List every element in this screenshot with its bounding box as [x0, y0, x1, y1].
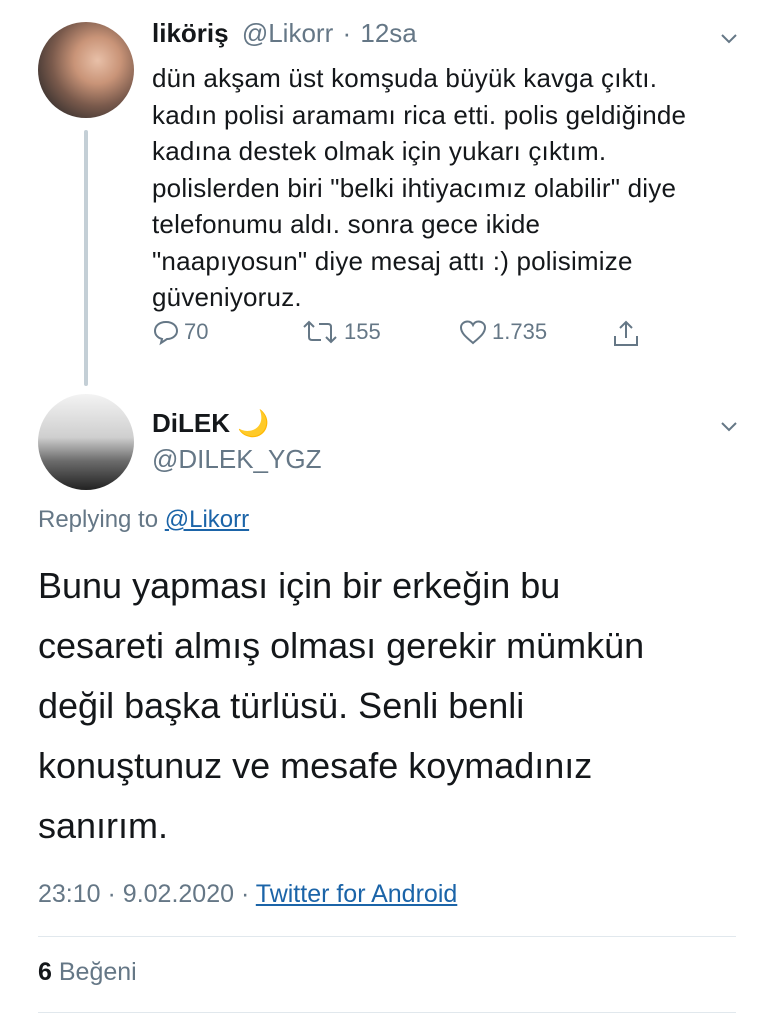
retweet-icon [303, 320, 337, 344]
divider [38, 1012, 736, 1013]
like-button[interactable]: 1.735 [458, 318, 547, 346]
separator-dot: · [240, 880, 256, 908]
text-line: değil başka türlüsü. Senli benli [38, 685, 525, 726]
tweet-actions: 70 155 1.735 [152, 318, 652, 358]
avatar-dilek[interactable] [38, 394, 134, 490]
text-line: telefonumu aldı. sonra gece ikide [152, 209, 541, 239]
reply-button[interactable]: 70 [152, 318, 208, 346]
share-button[interactable] [610, 318, 642, 350]
text-line: "naapıyosun" diye mesaj attı :) polisimi… [152, 245, 633, 276]
tweet-time: 23:10 [38, 880, 101, 908]
text-line: güveniyoruz. [152, 282, 302, 312]
replying-to: Replying to @Likorr [38, 506, 249, 534]
chevron-down-icon[interactable] [720, 418, 738, 436]
avatar-likoris[interactable] [38, 22, 134, 118]
reply-icon [153, 320, 179, 346]
tweet-time[interactable]: 12sa [360, 18, 416, 48]
handle[interactable]: @Likorr [242, 18, 333, 48]
reply-tweet-text: Bunu yapması için bir erkeğin bu cesaret… [38, 556, 738, 856]
retweet-count: 155 [344, 319, 381, 344]
text-line: Bunu yapması için bir erkeğin bu [38, 565, 561, 606]
replying-to-link[interactable]: @Likorr [165, 506, 249, 533]
share-icon [614, 320, 638, 346]
separator-dot: · [342, 18, 352, 48]
text-line: kadına destek olmak için yukarı çıktım. [152, 136, 607, 166]
moon-emoji: 🌙 [237, 408, 270, 438]
replying-label: Replying to [38, 506, 159, 533]
separator-dot: · [107, 880, 123, 908]
parent-tweet-text: dün akşam üst komşuda büyük kavga çıktı.… [152, 60, 742, 316]
handle[interactable]: @DILEK_YGZ [152, 444, 321, 475]
text-line: konuştunuz ve mesafe koymadınız [38, 745, 593, 786]
like-stats[interactable]: 6 Beğeni [38, 958, 137, 987]
text-line: sanırım. [38, 805, 169, 846]
divider [38, 936, 736, 937]
text-line: kadın polisi aramamı rica etti. polis ge… [152, 99, 687, 130]
parent-tweet-header: liköriş @Likorr · 12sa [152, 18, 417, 49]
like-label: Beğeni [58, 958, 137, 986]
source-link[interactable]: Twitter for Android [256, 880, 457, 908]
chevron-down-icon[interactable] [720, 30, 738, 48]
text-line: dün akşam üst komşuda büyük kavga çıktı. [152, 63, 658, 93]
text-line: cesareti almış olması gerekir mümkün [38, 625, 645, 666]
reply-count: 70 [184, 319, 209, 344]
retweet-button[interactable]: 155 [300, 318, 381, 346]
reply-display-name-row: DiLEK 🌙 [152, 408, 270, 439]
tweet-date: 9.02.2020 [122, 880, 235, 908]
display-name[interactable]: liköriş [152, 18, 229, 48]
like-count: 6 [38, 958, 52, 986]
thread-line [84, 130, 88, 386]
display-name[interactable]: DiLEK [152, 408, 230, 438]
like-icon [459, 320, 487, 345]
text-line: polislerden biri "belki ihtiyacımız olab… [152, 172, 677, 203]
like-count: 1.735 [492, 319, 548, 344]
tweet-meta: 23:10 · 9.02.2020 · Twitter for Android [38, 880, 457, 909]
